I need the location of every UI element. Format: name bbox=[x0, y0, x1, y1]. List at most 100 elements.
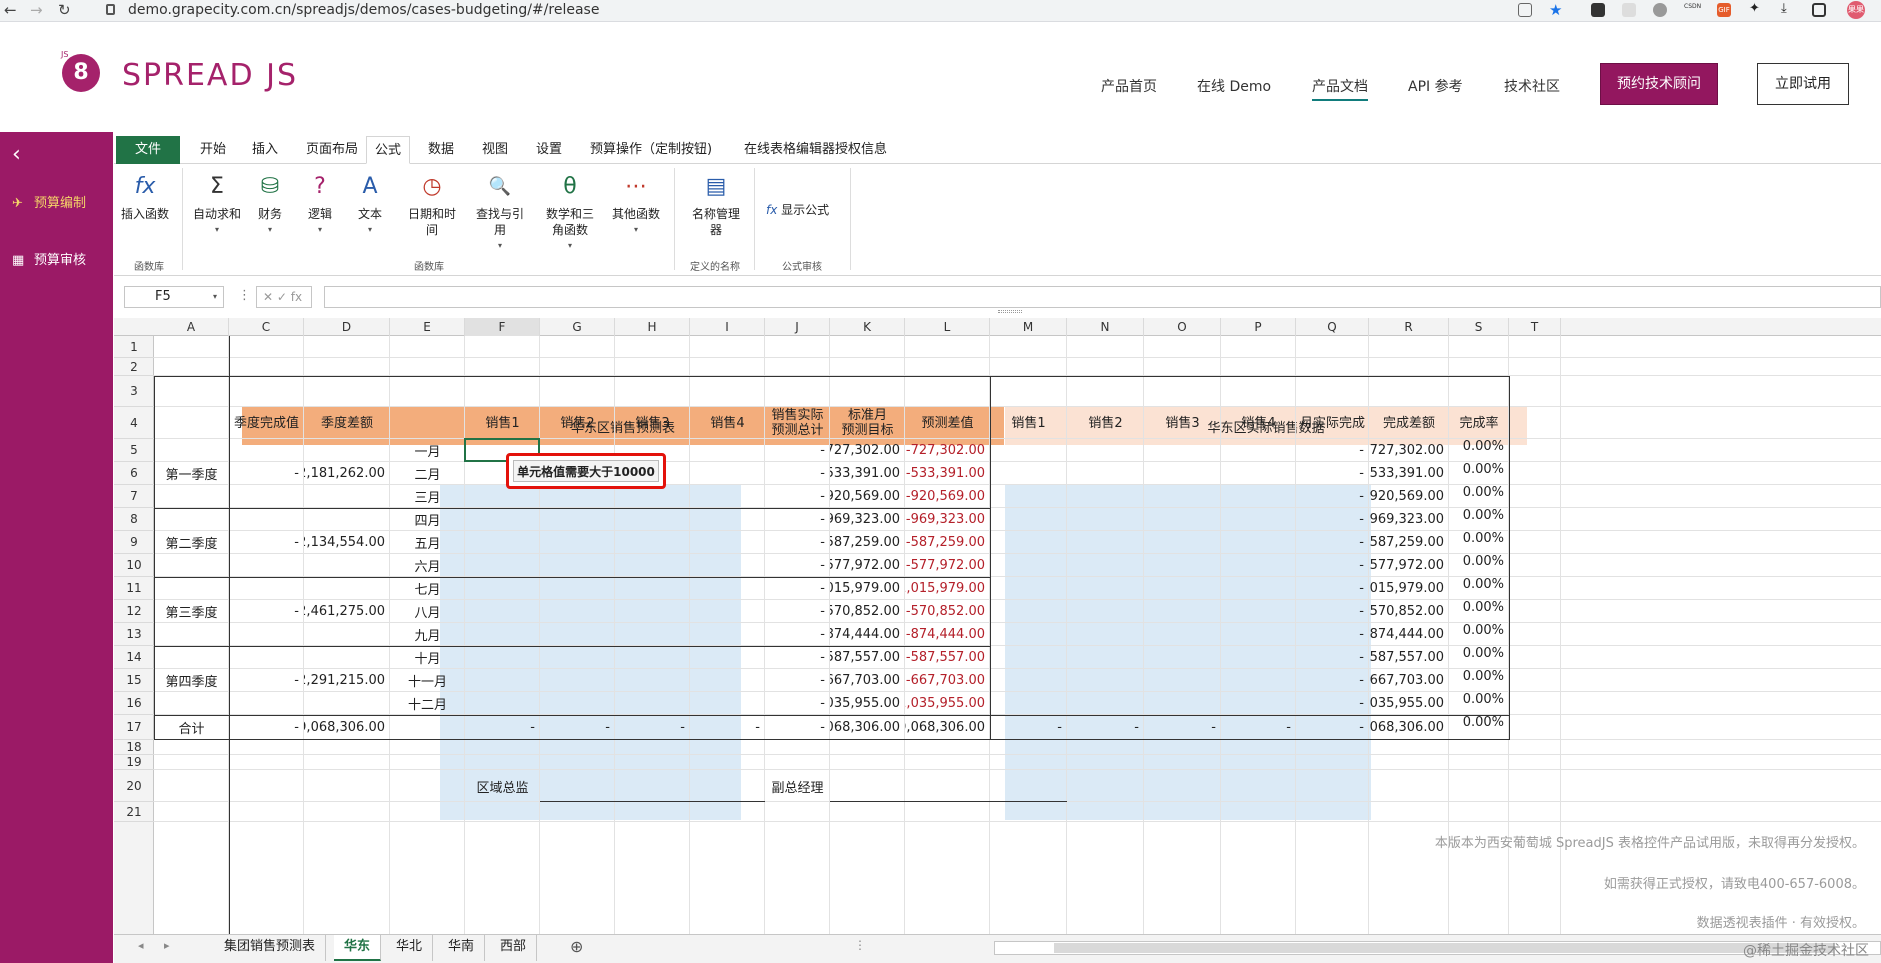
math-button[interactable]: θ 数学和三 角函数 ▾ bbox=[542, 172, 598, 254]
download-icon[interactable]: ⤓ bbox=[1781, 1, 1795, 16]
column-header-S[interactable]: S bbox=[1449, 318, 1509, 336]
reload-icon[interactable]: ↻ bbox=[58, 1, 71, 19]
tab-budget-ops[interactable]: 预算操作（定制按钮) bbox=[582, 136, 720, 164]
target-value[interactable]: 577,972.00 bbox=[830, 554, 905, 577]
row-header-12[interactable]: 12 bbox=[114, 600, 154, 623]
column-header-N[interactable]: N bbox=[1067, 318, 1144, 336]
row-header-20[interactable]: 20 bbox=[114, 770, 154, 802]
row-header-13[interactable]: 13 bbox=[114, 623, 154, 646]
quarter-diff[interactable]: -2,181,262.00 bbox=[304, 439, 390, 508]
column-header-D[interactable]: D bbox=[304, 318, 390, 336]
sidebar-item-budget-review[interactable]: ▦ 预算审核 bbox=[12, 249, 86, 268]
header-H[interactable]: 销售3 bbox=[615, 407, 690, 439]
forecast-total[interactable]: - bbox=[765, 692, 830, 715]
globe-icon[interactable] bbox=[1653, 3, 1667, 17]
forecast-total[interactable]: - bbox=[765, 462, 830, 485]
target-value[interactable]: 587,557.00 bbox=[830, 646, 905, 669]
more-functions-button[interactable]: ⋯ 其他函数 ▾ bbox=[610, 172, 662, 238]
header-P[interactable]: 销售4 bbox=[1221, 407, 1296, 439]
text-button[interactable]: A 文本 ▾ bbox=[350, 172, 390, 238]
tab-home[interactable]: 开始 bbox=[192, 136, 234, 164]
forecast-total[interactable]: - bbox=[765, 439, 830, 462]
header-J[interactable]: 销售实际 预测总计 bbox=[765, 407, 830, 439]
completion-rate[interactable]: 0.00% bbox=[1449, 462, 1509, 485]
month-label[interactable]: 十月 bbox=[390, 646, 465, 669]
completion-rate[interactable]: 0.00% bbox=[1449, 692, 1509, 715]
month-label[interactable]: 五月 bbox=[390, 531, 465, 554]
completion-rate[interactable]: 0.00% bbox=[1449, 485, 1509, 508]
target-value[interactable]: 533,391.00 bbox=[830, 462, 905, 485]
forecast-total[interactable]: - bbox=[765, 554, 830, 577]
profile-avatar[interactable]: 果果 bbox=[1847, 1, 1865, 19]
total-m[interactable]: - bbox=[990, 715, 1067, 740]
row-header-15[interactable]: 15 bbox=[114, 669, 154, 692]
actual-total[interactable]: - bbox=[1296, 508, 1369, 531]
column-header-L[interactable]: L bbox=[905, 318, 990, 336]
header-C[interactable]: 季度完成值 bbox=[229, 407, 304, 439]
autosum-button[interactable]: Σ 自动求和 ▾ bbox=[190, 172, 244, 238]
tab-page-layout[interactable]: 页面布局 bbox=[298, 136, 366, 164]
forecast-diff[interactable]: -920,569.00 bbox=[905, 485, 990, 508]
column-header-E[interactable]: E bbox=[390, 318, 465, 336]
formula-input[interactable] bbox=[324, 286, 1881, 308]
forecast-total[interactable]: - bbox=[765, 623, 830, 646]
puzzle-icon[interactable]: ✦ bbox=[1749, 1, 1763, 16]
column-header-F[interactable]: F bbox=[465, 318, 540, 336]
row-header-5[interactable]: 5 bbox=[114, 439, 154, 462]
column-header-M[interactable]: M bbox=[990, 318, 1067, 336]
completion-rate[interactable]: 0.00% bbox=[1449, 669, 1509, 692]
month-label[interactable]: 七月 bbox=[390, 577, 465, 600]
completion-rate[interactable]: 0.00% bbox=[1449, 508, 1509, 531]
target-value[interactable]: 667,703.00 bbox=[830, 669, 905, 692]
forecast-diff[interactable]: -1,035,955.00 bbox=[905, 692, 990, 715]
forecast-total[interactable]: - bbox=[765, 508, 830, 531]
chevron-down-icon[interactable]: ▾ bbox=[213, 287, 217, 307]
actual-diff[interactable]: -533,391.00 bbox=[1369, 462, 1449, 485]
nav-docs[interactable]: 产品文档 bbox=[1312, 76, 1368, 101]
forecast-diff[interactable]: -533,391.00 bbox=[905, 462, 990, 485]
show-formula-button[interactable]: fx 显示公式 bbox=[766, 202, 846, 218]
actual-diff[interactable]: -577,972.00 bbox=[1369, 554, 1449, 577]
row-header-7[interactable]: 7 bbox=[114, 485, 154, 508]
tab-next-icon[interactable]: ▸ bbox=[164, 939, 170, 952]
total-r[interactable]: -9,068,306.00 bbox=[1369, 715, 1449, 740]
nav-demo[interactable]: 在线 Demo bbox=[1197, 76, 1271, 96]
forecast-diff[interactable]: -577,972.00 bbox=[905, 554, 990, 577]
actual-total[interactable]: - bbox=[1296, 439, 1369, 462]
total-label[interactable]: 合计 bbox=[154, 715, 229, 740]
header-L[interactable]: 预测差值 bbox=[905, 407, 990, 439]
add-sheet-icon[interactable]: ⊕ bbox=[570, 937, 583, 956]
actual-total[interactable]: - bbox=[1296, 623, 1369, 646]
row-header-10[interactable]: 10 bbox=[114, 554, 154, 577]
trial-button[interactable]: 立即试用 bbox=[1757, 63, 1849, 105]
total-n[interactable]: - bbox=[1067, 715, 1144, 740]
month-label[interactable]: 六月 bbox=[390, 554, 465, 577]
header-K[interactable]: 标准月 预测目标 bbox=[830, 407, 905, 439]
column-header-I[interactable]: I bbox=[690, 318, 765, 336]
tab-file[interactable]: 文件 bbox=[116, 136, 180, 164]
financial-button[interactable]: ⛁ 财务 ▾ bbox=[250, 172, 290, 238]
name-manager-button[interactable]: ▤ 名称管理 器 bbox=[686, 172, 746, 238]
column-header-H[interactable]: H bbox=[615, 318, 690, 336]
logo-text[interactable]: SPREAD JS bbox=[122, 58, 298, 93]
sidepanel-icon[interactable] bbox=[1812, 3, 1826, 17]
forecast-diff[interactable]: -969,323.00 bbox=[905, 508, 990, 531]
actual-total[interactable]: - bbox=[1296, 554, 1369, 577]
column-header-R[interactable]: R bbox=[1369, 318, 1449, 336]
sign-regional-label[interactable]: 区域总监 bbox=[465, 770, 540, 802]
forecast-diff[interactable]: -587,557.00 bbox=[905, 646, 990, 669]
sheet-tab-south[interactable]: 华南 bbox=[438, 935, 486, 961]
header-I[interactable]: 销售4 bbox=[690, 407, 765, 439]
target-value[interactable]: 570,852.00 bbox=[830, 600, 905, 623]
completion-rate[interactable]: 0.00% bbox=[1449, 623, 1509, 646]
forecast-total[interactable]: - bbox=[765, 600, 830, 623]
quarter-done[interactable]: - bbox=[229, 439, 304, 508]
forecast-total[interactable]: - bbox=[765, 646, 830, 669]
sheet-tab-north[interactable]: 华北 bbox=[386, 935, 434, 961]
split-handle[interactable]: ⋮ bbox=[854, 938, 866, 952]
actual-diff[interactable]: -570,852.00 bbox=[1369, 600, 1449, 623]
actual-total[interactable]: - bbox=[1296, 600, 1369, 623]
header-G[interactable]: 销售2 bbox=[540, 407, 615, 439]
total-i[interactable]: - bbox=[690, 715, 765, 740]
quarter-label[interactable]: 第三季度 bbox=[154, 577, 229, 646]
